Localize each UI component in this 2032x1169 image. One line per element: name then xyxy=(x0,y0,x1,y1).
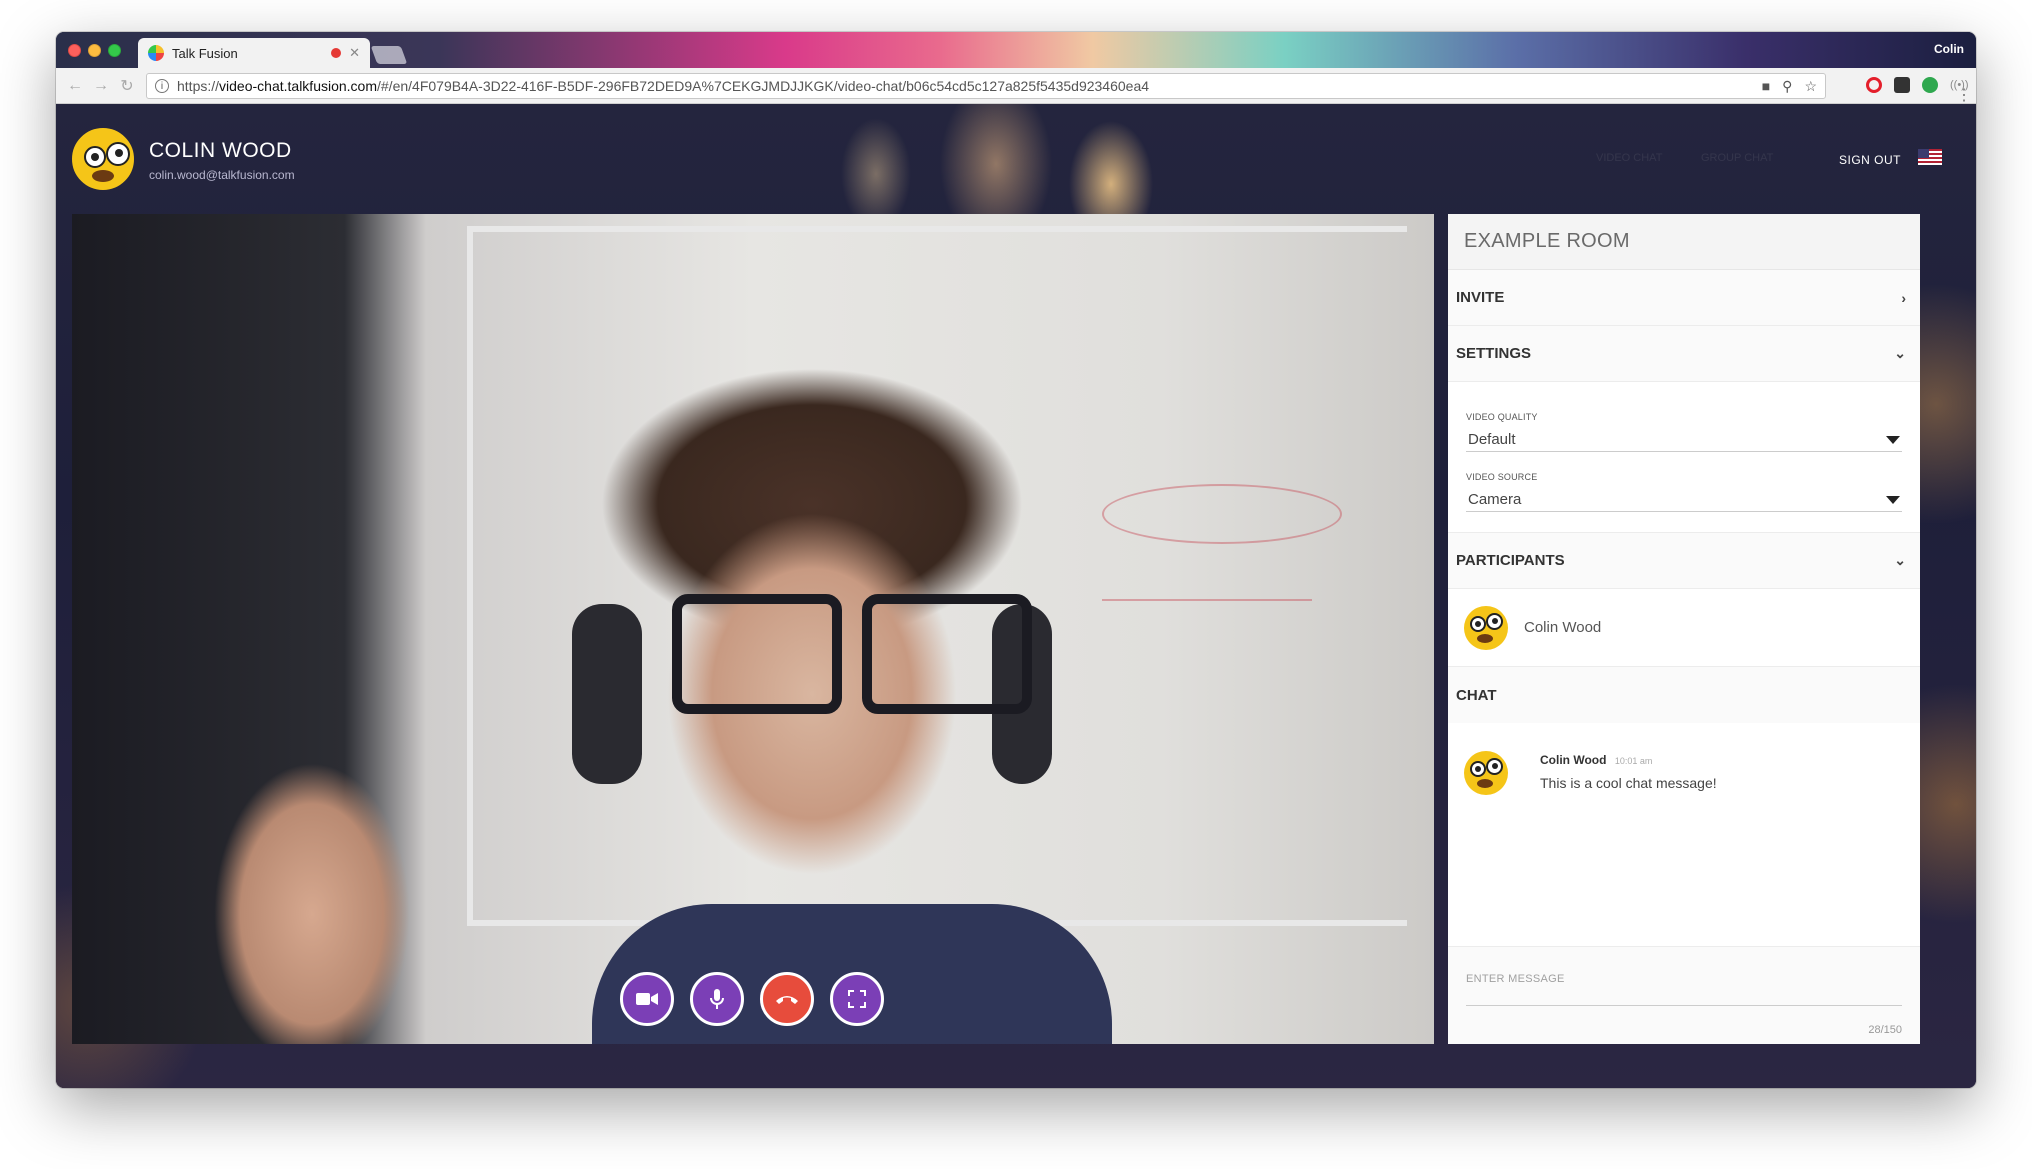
hang-up-button[interactable] xyxy=(760,972,814,1026)
dropdown-arrow-icon xyxy=(1886,435,1900,444)
maximize-window-button[interactable] xyxy=(108,44,121,57)
video-feed xyxy=(72,214,1434,1044)
browser-tab[interactable]: Talk Fusion ✕ xyxy=(138,38,370,68)
glasses xyxy=(672,594,1032,714)
toggle-mic-button[interactable] xyxy=(690,972,744,1026)
fullscreen-button[interactable] xyxy=(830,972,884,1026)
opera-extension-icon[interactable] xyxy=(1866,77,1882,93)
video-quality-value: Default xyxy=(1468,431,1516,448)
close-window-button[interactable] xyxy=(68,44,81,57)
chevron-down-icon: ⌄ xyxy=(1894,345,1906,361)
chat-text: This is a cool chat message! xyxy=(1540,775,1717,791)
user-email: colin.wood@talkfusion.com xyxy=(149,168,295,182)
chat-message: Colin Wood 10:01 am This is a cool chat … xyxy=(1448,723,1920,823)
video-source-label: VIDEO SOURCE xyxy=(1466,472,1538,482)
site-info-icon[interactable]: i xyxy=(155,79,169,93)
sign-out-link[interactable]: SIGN OUT xyxy=(1839,153,1901,167)
chevron-down-icon: ⌄ xyxy=(1894,552,1906,568)
minimize-window-button[interactable] xyxy=(88,44,101,57)
chat-section: CHAT xyxy=(1448,667,1920,723)
video-camera-icon xyxy=(636,993,658,1005)
green-extension-icon[interactable] xyxy=(1922,77,1938,93)
nav-video-chat-link[interactable]: VIDEO CHAT xyxy=(1596,152,1662,164)
whiteboard xyxy=(467,226,1407,926)
ghostery-extension-icon[interactable] xyxy=(1894,77,1910,93)
bookmark-star-icon[interactable]: ☆ xyxy=(1804,78,1817,95)
chat-author: Colin Wood xyxy=(1540,753,1607,767)
chat-message-input[interactable] xyxy=(1466,969,1902,1006)
tab-title: Talk Fusion xyxy=(172,45,238,61)
microphone-icon xyxy=(710,989,724,1009)
fullscreen-icon xyxy=(848,990,866,1008)
headphone-left xyxy=(572,604,642,784)
dropdown-arrow-icon xyxy=(1886,495,1900,504)
user-name: COLIN WOOD xyxy=(149,139,292,162)
toggle-camera-button[interactable] xyxy=(620,972,674,1026)
nav-second-link[interactable]: GROUP CHAT xyxy=(1701,152,1773,164)
video-source-select[interactable]: Camera xyxy=(1466,488,1902,512)
char-counter: 28/150 xyxy=(1868,1024,1902,1036)
whiteboard-scribble xyxy=(1102,484,1342,544)
reload-icon[interactable]: ↻ xyxy=(114,76,140,96)
address-bar[interactable]: i https://video-chat.talkfusion.com/#/en… xyxy=(146,73,1826,99)
room-title: EXAMPLE ROOM xyxy=(1448,214,1920,270)
participants-section[interactable]: PARTICIPANTS ⌄ xyxy=(1448,533,1920,589)
settings-label: SETTINGS xyxy=(1456,345,1532,362)
chat-timestamp: 10:01 am xyxy=(1614,756,1653,766)
participants-label: PARTICIPANTS xyxy=(1456,552,1565,569)
settings-section[interactable]: SETTINGS ⌄ xyxy=(1448,326,1920,382)
recording-indicator-icon xyxy=(331,48,342,58)
chevron-right-icon: › xyxy=(1901,289,1906,306)
back-icon[interactable]: ← xyxy=(62,77,88,95)
new-tab-button[interactable] xyxy=(370,46,408,64)
invite-section[interactable]: INVITE › xyxy=(1448,270,1920,326)
title-bar: Talk Fusion ✕ Colin xyxy=(56,32,1976,68)
video-quality-label: VIDEO QUALITY xyxy=(1466,412,1538,422)
user-avatar xyxy=(72,128,134,190)
room-sidebar: EXAMPLE ROOM INVITE › SETTINGS ⌄ VIDEO Q… xyxy=(1448,214,1920,1044)
hang-up-icon xyxy=(776,996,798,1004)
forward-icon[interactable]: → xyxy=(88,77,114,95)
browser-window: Talk Fusion ✕ Colin ← → ↻ i https://vide… xyxy=(56,32,1976,1088)
settings-panel: VIDEO QUALITY Default VIDEO SOURCE Camer… xyxy=(1448,382,1920,533)
participant-item: Colin Wood xyxy=(1448,589,1920,667)
key-icon[interactable]: ⚲ xyxy=(1782,78,1792,95)
video-quality-select[interactable]: Default xyxy=(1466,428,1902,452)
page-content: COLIN WOOD colin.wood@talkfusion.com VID… xyxy=(56,104,1976,1088)
chat-label: CHAT xyxy=(1456,686,1497,704)
whiteboard-scribble-line xyxy=(1102,599,1312,601)
tab-favicon-icon xyxy=(148,45,164,61)
url-text: https://video-chat.talkfusion.com/#/en/4… xyxy=(177,78,1150,94)
us-flag-icon[interactable] xyxy=(1918,149,1942,165)
participant-avatar xyxy=(1464,605,1508,650)
video-source-value: Camera xyxy=(1468,491,1522,508)
tab-close-icon[interactable]: ✕ xyxy=(349,45,360,61)
call-controls xyxy=(620,972,884,1026)
chat-input-area: 28/150 xyxy=(1448,946,1920,1044)
invite-label: INVITE xyxy=(1456,289,1505,306)
chat-author-avatar xyxy=(1464,751,1508,795)
browser-toolbar: ← → ↻ i https://video-chat.talkfusion.co… xyxy=(56,68,1976,104)
profile-name[interactable]: Colin xyxy=(1934,42,1964,56)
camera-permission-icon[interactable]: ■ xyxy=(1762,78,1770,95)
browser-menu-icon[interactable]: ⋮ xyxy=(1956,85,1972,105)
participant-name: Colin Wood xyxy=(1524,619,1602,636)
